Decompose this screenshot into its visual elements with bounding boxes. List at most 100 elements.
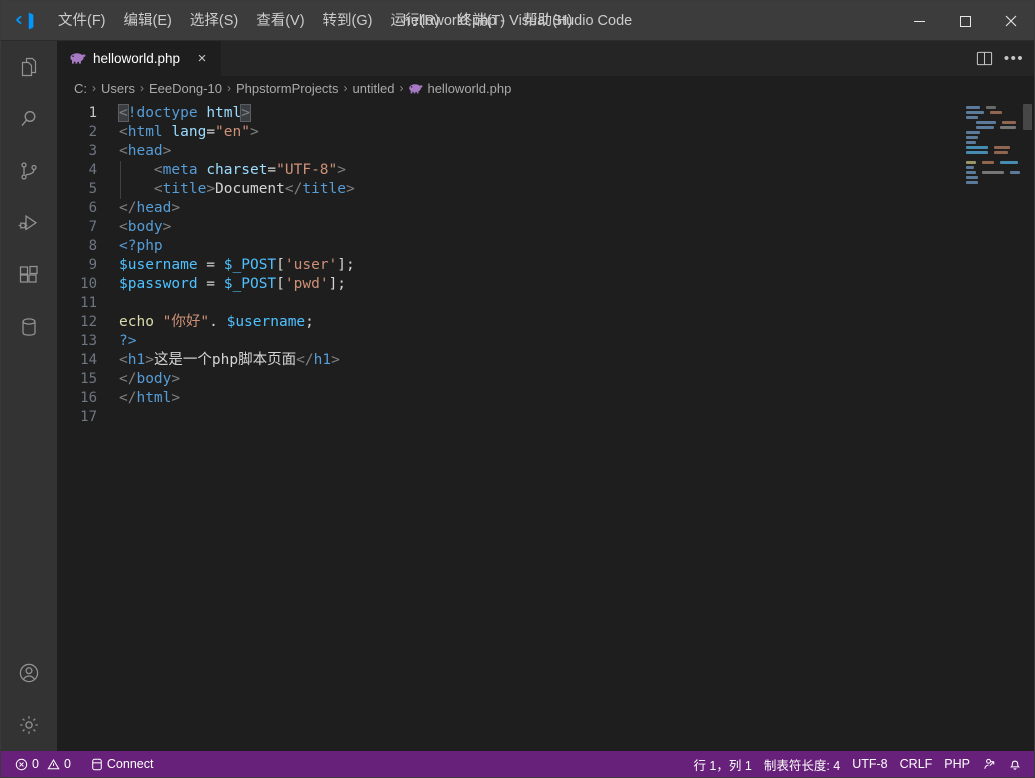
menu-go[interactable]: 转到(G) <box>314 7 382 35</box>
notifications-status[interactable] <box>1002 753 1028 775</box>
activity-settings[interactable] <box>1 699 57 751</box>
code-token: title <box>163 181 207 197</box>
activity-run-debug[interactable] <box>1 197 57 249</box>
code-token <box>119 181 154 197</box>
line-number: 16 <box>57 389 119 408</box>
minimap-line <box>962 151 1020 155</box>
tab-helloworld-php[interactable]: helloworld.php × <box>57 41 222 76</box>
code-editor[interactable]: 1234567891011121314151617 <!doctype html… <box>57 100 1034 751</box>
minimap-line <box>962 111 1020 115</box>
activity-source-control[interactable] <box>1 145 57 197</box>
code-token: html <box>136 390 171 406</box>
code-token: </ <box>296 352 313 368</box>
activity-extensions[interactable] <box>1 249 57 301</box>
vscode-window: 文件(F) 编辑(E) 选择(S) 查看(V) 转到(G) 运行(R) 终端(T… <box>0 0 1035 778</box>
code-token: ?> <box>119 333 136 349</box>
code-token: > <box>145 352 154 368</box>
code-token: = <box>206 124 215 140</box>
tab-close-icon[interactable]: × <box>193 50 211 68</box>
activity-database[interactable] <box>1 301 57 353</box>
minimap-line <box>962 181 1020 185</box>
line-number-gutter: 1234567891011121314151617 <box>57 100 119 751</box>
code-token: ]; <box>337 257 354 273</box>
editor-vertical-scrollbar[interactable] <box>1020 100 1034 751</box>
code-token: 这是一个php脚本页面 <box>154 352 296 368</box>
maximize-icon[interactable] <box>942 1 988 41</box>
title-bar: 文件(F) 编辑(E) 选择(S) 查看(V) 转到(G) 运行(R) 终端(T… <box>1 1 1034 41</box>
code-token: > <box>171 371 180 387</box>
code-token: > <box>331 352 340 368</box>
minimap-gap <box>978 161 980 164</box>
minimap[interactable] <box>962 100 1020 751</box>
breadcrumb-item-user[interactable]: EeeDong-10 <box>149 81 222 96</box>
activity-account[interactable] <box>1 647 57 699</box>
breadcrumb-item-users[interactable]: Users <box>101 81 135 96</box>
remote-connect-status[interactable]: Connect <box>85 753 160 775</box>
minimap-segment <box>966 176 978 179</box>
bell-icon <box>1008 757 1022 771</box>
minimap-gap <box>996 126 998 129</box>
code-content[interactable]: <!doctype html><html lang="en"><head> <m… <box>119 100 1034 751</box>
menu-run[interactable]: 运行(R) <box>381 7 448 35</box>
menu-terminal[interactable]: 终端(T) <box>449 7 515 35</box>
breadcrumb-label: PhpstormProjects <box>236 81 339 96</box>
activity-search[interactable] <box>1 93 57 145</box>
warning-triangle-icon <box>47 758 60 771</box>
breadcrumb-label: C: <box>74 81 87 96</box>
minimap-gap <box>982 106 984 109</box>
minimize-icon[interactable] <box>896 1 942 41</box>
code-token <box>198 162 207 178</box>
code-line: $password = $_POST['pwd']; <box>119 275 1034 294</box>
code-line: <h1>这是一个php脚本页面</h1> <box>119 351 1034 370</box>
breadcrumb-item-untitled[interactable]: untitled <box>353 81 395 96</box>
minimap-gap <box>990 146 992 149</box>
breadcrumb: C: › Users › EeeDong-10 › PhpstormProjec… <box>57 76 1034 100</box>
eol-status[interactable]: CRLF <box>894 753 939 775</box>
minimap-segment <box>994 146 1010 149</box>
scrollbar-thumb[interactable] <box>1023 104 1032 130</box>
minimap-segment <box>994 151 1008 154</box>
code-token: 'pwd' <box>285 276 329 292</box>
minimap-gap <box>998 121 1000 124</box>
minimap-segment <box>1010 171 1020 174</box>
more-actions-button[interactable]: ••• <box>1000 45 1028 73</box>
menu-selection[interactable]: 选择(S) <box>181 7 247 35</box>
menu-help[interactable]: 帮助(H) <box>514 7 581 35</box>
code-token: "en" <box>215 124 250 140</box>
minimap-gap <box>1006 171 1008 174</box>
split-editor-button[interactable] <box>970 45 998 73</box>
code-line <box>119 294 1034 313</box>
indentation-status[interactable]: 制表符长度: 4 <box>758 753 846 775</box>
explorer-files-icon <box>17 55 41 79</box>
line-number: 13 <box>57 332 119 351</box>
menu-edit[interactable]: 编辑(E) <box>115 7 181 35</box>
encoding-status[interactable]: UTF-8 <box>846 753 893 775</box>
activity-bar-top-group <box>1 41 57 353</box>
breadcrumb-item-file[interactable]: helloworld.php <box>408 81 511 96</box>
menu-file[interactable]: 文件(F) <box>49 7 115 35</box>
menu-view[interactable]: 查看(V) <box>247 7 313 35</box>
line-number: 4 <box>57 161 119 180</box>
minimap-segment <box>976 121 996 124</box>
problems-status[interactable]: 0 0 <box>9 753 77 775</box>
feedback-status[interactable] <box>976 753 1002 775</box>
breadcrumb-item-drive[interactable]: C: <box>74 81 87 96</box>
line-number: 14 <box>57 351 119 370</box>
close-icon[interactable] <box>988 1 1034 41</box>
code-token: "你好" <box>163 314 209 330</box>
line-number: 15 <box>57 370 119 389</box>
minimap-segment <box>1002 121 1016 124</box>
code-token: title <box>302 181 346 197</box>
language-mode-status[interactable]: PHP <box>938 753 976 775</box>
minimap-segment <box>966 106 980 109</box>
cursor-position-status[interactable]: 行 1，列 1 <box>687 753 757 775</box>
line-number: 2 <box>57 123 119 142</box>
minimap-gap <box>990 151 992 154</box>
code-line: <?php <box>119 237 1034 256</box>
breadcrumb-item-projects[interactable]: PhpstormProjects <box>236 81 339 96</box>
activity-explorer[interactable] <box>1 41 57 93</box>
code-token: $password <box>119 276 198 292</box>
php-elephant-icon <box>408 82 423 94</box>
code-token: [ <box>276 257 285 273</box>
minimap-line <box>962 146 1020 150</box>
